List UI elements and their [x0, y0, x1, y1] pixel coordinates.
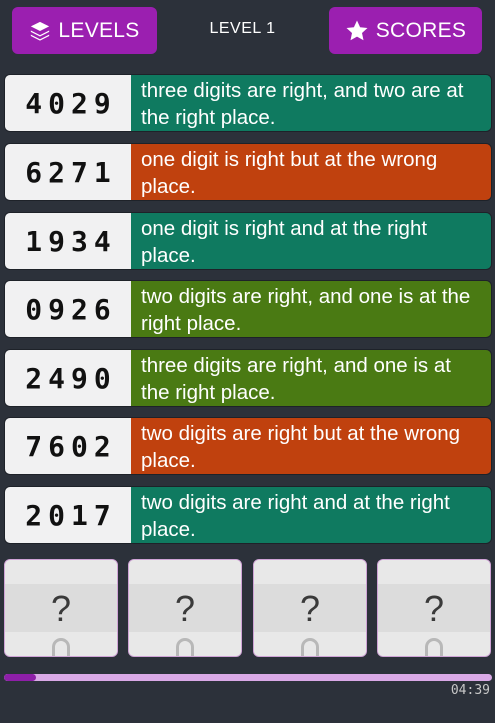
clue-hint: one digit is right and at the right plac… [131, 213, 491, 269]
star-icon [346, 20, 368, 40]
clue-row: 6271 one digit is right but at the wrong… [4, 143, 492, 201]
timer: 04:39 [450, 683, 490, 698]
levels-button[interactable]: LEVELS [12, 7, 157, 54]
progress-bar [4, 674, 492, 681]
clue-row: 2490 three digits are right, and one is … [4, 349, 492, 407]
slot-value: ? [299, 588, 321, 629]
slot-next-digit [301, 638, 319, 656]
answer-slots: ? ? ? ? [4, 559, 492, 657]
clue-hint: two digits are right, and one is at the … [131, 281, 491, 337]
slot-next-digit [52, 638, 70, 656]
slot-next-digit [425, 638, 443, 656]
clue-code: 2017 [5, 487, 131, 543]
clue-hint: three digits are right, and two are at t… [131, 75, 491, 131]
clue-row: 2017 two digits are right and at the rig… [4, 486, 492, 544]
clue-hint: two digits are right and at the right pl… [131, 487, 491, 543]
clue-hint: two digits are right but at the wrong pl… [131, 418, 491, 474]
digit-slot-1[interactable]: ? [4, 559, 118, 657]
top-bar: LEVELS LEVEL 1 SCORES [0, 0, 495, 62]
clue-hint: one digit is right but at the wrong plac… [131, 144, 491, 200]
digit-slot-2[interactable]: ? [128, 559, 242, 657]
clue-code: 1934 [5, 213, 131, 269]
slot-value: ? [423, 588, 445, 629]
slot-next-digit [176, 638, 194, 656]
clue-code: 0926 [5, 281, 131, 337]
levels-button-label: LEVELS [58, 18, 140, 42]
level-title: LEVEL 1 [209, 20, 276, 37]
layers-icon [31, 21, 50, 41]
clue-row: 0926 two digits are right, and one is at… [4, 280, 492, 338]
slot-value: ? [174, 588, 196, 629]
digit-slot-4[interactable]: ? [377, 559, 491, 657]
clue-code: 7602 [5, 418, 131, 474]
clue-row: 4029 three digits are right, and two are… [4, 74, 492, 132]
clue-code: 4029 [5, 75, 131, 131]
clue-code: 2490 [5, 350, 131, 406]
clue-row: 1934 one digit is right and at the right… [4, 212, 492, 270]
digit-slot-3[interactable]: ? [253, 559, 367, 657]
scores-button[interactable]: SCORES [329, 7, 482, 54]
clue-hint: three digits are right, and one is at th… [131, 350, 491, 406]
clue-code: 6271 [5, 144, 131, 200]
scores-button-label: SCORES [375, 18, 467, 42]
clue-row: 7602 two digits are right but at the wro… [4, 417, 492, 475]
slot-value: ? [50, 588, 72, 629]
progress-fill [4, 674, 36, 681]
